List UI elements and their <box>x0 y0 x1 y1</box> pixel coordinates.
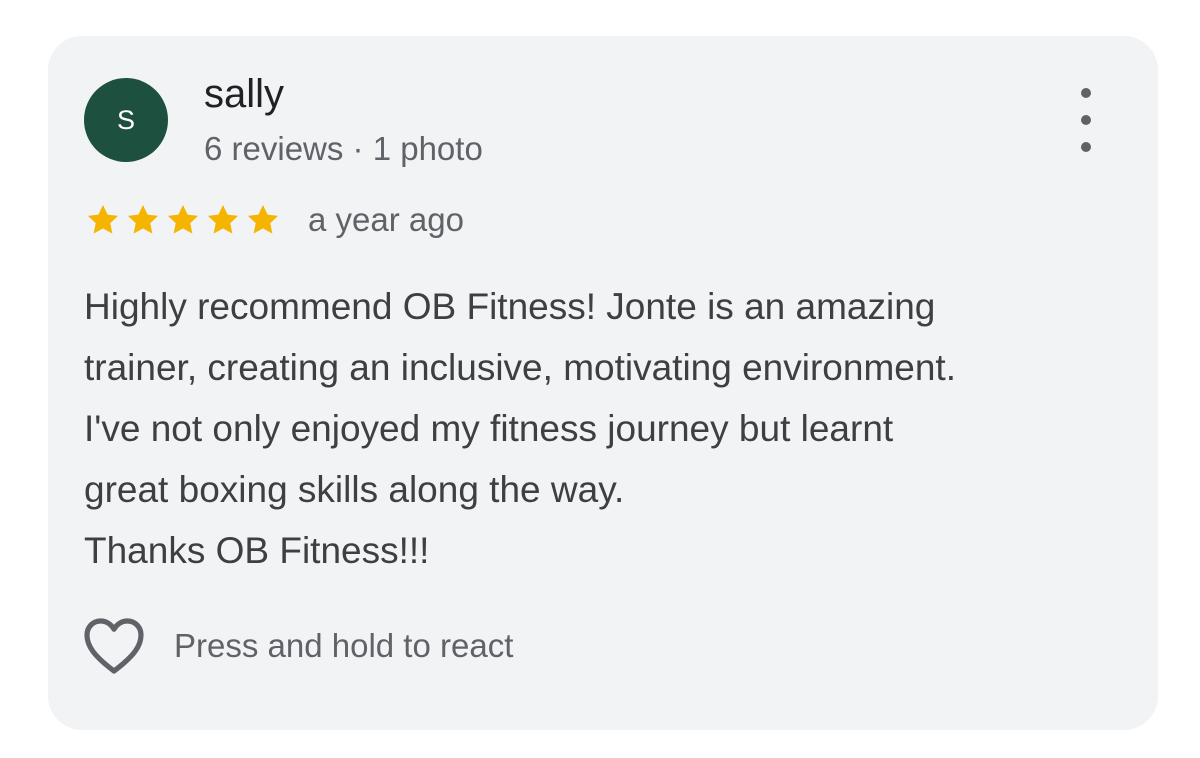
review-text-line: Highly recommend OB Fitness! Jonte is an… <box>84 286 936 327</box>
avatar[interactable]: S <box>84 78 168 162</box>
more-options-button[interactable] <box>1066 88 1106 152</box>
star-icon <box>127 204 159 234</box>
more-vert-icon-dot <box>1081 115 1091 125</box>
rating-row: a year ago <box>84 198 464 242</box>
star-rating <box>84 201 282 239</box>
review-text-line: Thanks OB Fitness!!! <box>84 530 430 571</box>
review-text-line: trainer, creating an inclusive, motivati… <box>84 347 956 388</box>
review-card: S sally 6 reviews · 1 photo a year ago H… <box>48 36 1158 730</box>
star-icon <box>247 204 279 234</box>
avatar-initial: S <box>116 104 135 135</box>
star-icon <box>207 204 239 234</box>
reviewer-name[interactable]: sally <box>204 72 284 116</box>
more-vert-icon-dot <box>1081 142 1091 152</box>
more-vert-icon <box>1081 88 1091 98</box>
review-text: Highly recommend OB Fitness! Jonte is an… <box>84 276 1124 581</box>
review-text-line: I've not only enjoyed my fitness journey… <box>84 408 894 449</box>
react-label: Press and hold to react <box>174 627 514 664</box>
react-button[interactable]: Press and hold to react <box>82 616 513 676</box>
review-text-line: great boxing skills along the way. <box>84 469 625 510</box>
star-icon <box>167 204 199 234</box>
reviewer-meta: 6 reviews · 1 photo <box>204 130 483 167</box>
review-date: a year ago <box>308 201 464 238</box>
star-icon <box>87 204 119 234</box>
heart-outline-icon <box>84 618 144 674</box>
